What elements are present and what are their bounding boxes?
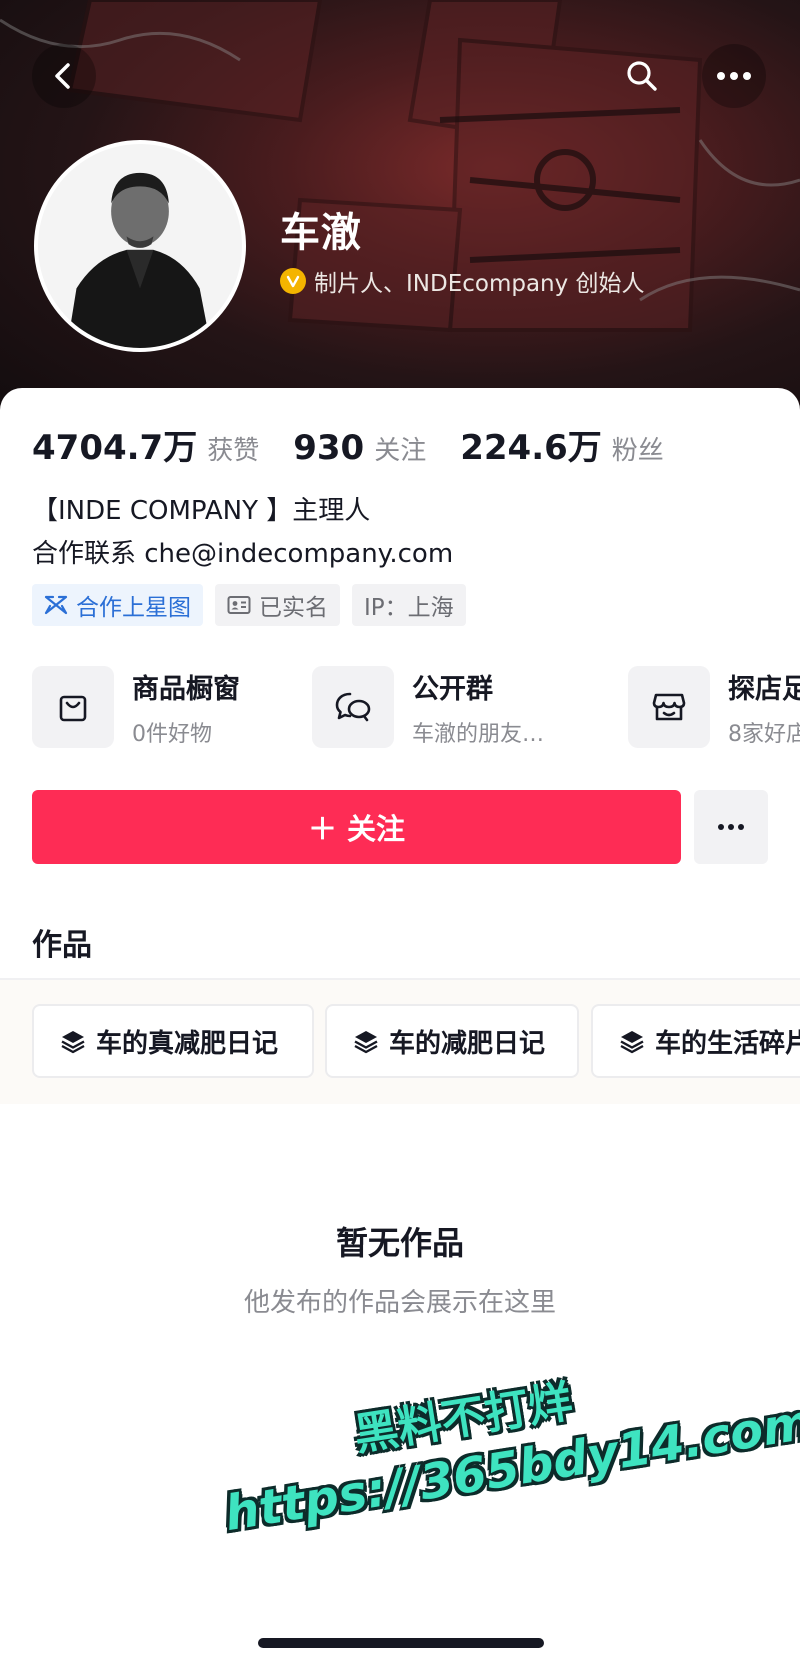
stat-value: 4704.7万 bbox=[32, 428, 198, 468]
service-public-group[interactable]: 公开群 车澈的朋友… bbox=[312, 666, 544, 748]
search-button[interactable] bbox=[610, 44, 674, 108]
stack-icon bbox=[61, 1031, 85, 1054]
stat-value: 224.6万 bbox=[460, 428, 602, 468]
stack-icon bbox=[354, 1031, 378, 1054]
store-icon bbox=[652, 693, 686, 721]
service-text: 商品橱窗 0件好物 bbox=[132, 667, 240, 748]
collection-chip[interactable]: 车的减肥日记 bbox=[325, 1004, 579, 1078]
tag-ip-location: IP：上海 bbox=[352, 584, 466, 626]
xingtu-icon bbox=[44, 595, 68, 615]
more-horizontal-icon bbox=[717, 72, 751, 80]
stat-label: 粉丝 bbox=[611, 436, 664, 466]
home-indicator[interactable] bbox=[258, 1638, 544, 1648]
stat-likes[interactable]: 4704.7万 获赞 bbox=[32, 420, 259, 469]
avatar[interactable] bbox=[34, 140, 246, 352]
stat-followers[interactable]: 224.6万 粉丝 bbox=[460, 420, 664, 469]
service-subtitle: 0件好物 bbox=[132, 721, 212, 747]
tag-label: 合作上星图 bbox=[76, 595, 191, 621]
collection-label: 车的减肥日记 bbox=[389, 1028, 546, 1059]
tag-label: IP：上海 bbox=[364, 595, 454, 621]
more-options-button[interactable] bbox=[702, 44, 766, 108]
stack-icon bbox=[620, 1031, 644, 1054]
empty-state-subtitle: 他发布的作品会展示在这里 bbox=[243, 1288, 556, 1318]
verification-text: 制片人、INDEcompany 创始人 bbox=[314, 271, 645, 297]
collections-bar: 车的真减肥日记 车的减肥日记 车的生活碎片 bbox=[0, 980, 800, 1104]
service-title: 公开群 bbox=[412, 673, 493, 705]
tag-label: 已实名 bbox=[259, 595, 328, 621]
stats-row: 4704.7万 获赞 930 关注 224.6万 粉丝 bbox=[32, 420, 698, 469]
id-card-icon bbox=[227, 596, 251, 614]
stat-label: 获赞 bbox=[207, 436, 260, 466]
chat-bubbles-icon bbox=[335, 692, 371, 722]
collection-label: 车的真减肥日记 bbox=[96, 1028, 279, 1059]
shopping-bag-icon bbox=[59, 695, 87, 722]
collection-label: 车的生活碎片 bbox=[655, 1028, 800, 1059]
service-title: 探店足 bbox=[728, 673, 800, 705]
verified-v-icon bbox=[280, 268, 306, 294]
stat-label: 关注 bbox=[374, 436, 427, 466]
collection-chip[interactable]: 车的生活碎片 bbox=[591, 1004, 800, 1078]
bio-line-1: 【INDE COMPANY 】主理人 bbox=[32, 496, 371, 526]
stat-following[interactable]: 930 关注 bbox=[293, 428, 426, 468]
avatar-photo bbox=[38, 144, 242, 348]
service-store-visits[interactable]: 探店足 8家好店 bbox=[628, 666, 800, 748]
profile-tags: 合作上星图 已实名 IP：上海 bbox=[32, 584, 466, 626]
tag-xingtu[interactable]: 合作上星图 bbox=[32, 584, 203, 626]
service-shop-window[interactable]: 商品橱窗 0件好物 bbox=[32, 666, 240, 748]
collection-chip[interactable]: 车的真减肥日记 bbox=[32, 1004, 314, 1078]
service-icon-box bbox=[32, 666, 114, 748]
empty-state-title: 暂无作品 bbox=[335, 1224, 464, 1262]
bio-line-2: 合作联系 che@indecompany.com bbox=[32, 539, 454, 569]
service-text: 探店足 8家好店 bbox=[728, 667, 800, 748]
service-icon-box bbox=[628, 666, 710, 748]
service-subtitle: 8家好店 bbox=[728, 721, 800, 747]
more-horizontal-icon bbox=[718, 824, 744, 830]
follow-button[interactable]: ＋ 关注 bbox=[32, 790, 681, 864]
service-title: 商品橱窗 bbox=[132, 673, 240, 705]
back-button[interactable] bbox=[32, 44, 96, 108]
service-text: 公开群 车澈的朋友… bbox=[412, 667, 544, 748]
verification-line: 制片人、INDEcompany 创始人 bbox=[280, 264, 645, 298]
tag-real-name[interactable]: 已实名 bbox=[215, 584, 340, 626]
profile-name: 车澈 bbox=[280, 210, 362, 256]
more-actions-button[interactable] bbox=[694, 790, 768, 864]
works-tab[interactable]: 作品 bbox=[32, 920, 92, 964]
stat-value: 930 bbox=[293, 428, 365, 468]
service-icon-box bbox=[312, 666, 394, 748]
search-icon bbox=[627, 61, 657, 91]
services-row: 商品橱窗 0件好物 公开群 车澈的朋友… 探店足 8家好店 bbox=[32, 666, 800, 750]
chevron-left-icon bbox=[55, 63, 70, 89]
service-subtitle: 车澈的朋友… bbox=[412, 721, 545, 747]
